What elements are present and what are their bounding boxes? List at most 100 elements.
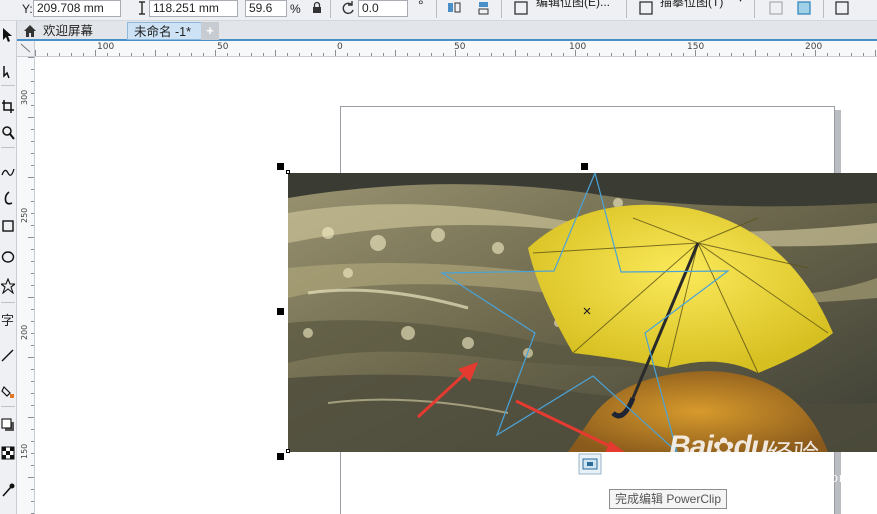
polygon-tool-icon[interactable] <box>1 278 15 294</box>
ruler-tick <box>31 429 34 430</box>
umbrella-photo[interactable] <box>288 173 877 452</box>
ruler-h-label: 200 <box>805 42 823 52</box>
ruler-origin[interactable] <box>17 41 35 57</box>
separator <box>501 0 502 18</box>
ruler-tick <box>635 50 636 56</box>
toolbox: 字 <box>0 21 17 514</box>
new-tab-button[interactable]: + <box>201 22 219 40</box>
tab-welcome-screen[interactable]: 欢迎屏幕 <box>37 22 127 40</box>
rotation-field[interactable]: 0.0 <box>358 0 408 17</box>
ruler-tick <box>31 129 34 130</box>
ruler-tick <box>275 50 276 56</box>
tab-document-label: 未命名 -1* <box>134 25 191 39</box>
y-label: Y: <box>22 2 33 16</box>
ruler-tick <box>31 105 34 106</box>
ruler-tick <box>839 53 840 56</box>
ruler-tick <box>539 53 540 56</box>
eyedropper-tool-icon[interactable] <box>1 482 15 498</box>
selection-handle[interactable] <box>277 163 284 170</box>
shadow-tool-icon[interactable] <box>1 417 15 433</box>
ruler-tick <box>407 53 408 56</box>
node-handle[interactable] <box>286 170 290 174</box>
ruler-tick <box>31 453 34 454</box>
ruler-tick <box>47 53 48 56</box>
ruler-tick <box>31 321 34 322</box>
y-position-field[interactable]: 209.708 mm <box>33 0 121 17</box>
ruler-tick <box>311 53 312 56</box>
separator <box>436 0 437 18</box>
bitmap-color-mask-icon[interactable] <box>796 0 812 16</box>
trace-bitmap-button[interactable]: 描摹位图(T) <box>660 0 723 10</box>
crop-tool-icon[interactable] <box>1 99 15 115</box>
line-tool-icon[interactable] <box>1 347 15 363</box>
ruler-tick <box>599 53 600 56</box>
watermark-brand: Bai✿du <box>669 430 769 464</box>
ruler-tick <box>263 53 264 56</box>
ruler-tick <box>28 57 34 58</box>
selection-handle[interactable] <box>277 308 284 315</box>
ruler-tick <box>28 237 34 238</box>
ruler-tick <box>563 53 564 56</box>
resample-icon[interactable] <box>768 0 784 16</box>
selection-handle[interactable] <box>581 163 588 170</box>
ruler-tick <box>527 53 528 56</box>
trace-dropdown-icon[interactable]: ▾ <box>738 0 743 5</box>
ruler-tick <box>287 53 288 56</box>
horizontal-ruler[interactable]: 100 50 0 50 100 150 200 <box>35 41 877 57</box>
ruler-tick <box>419 53 420 56</box>
ruler-tick <box>28 297 34 298</box>
pick-tool-icon[interactable] <box>1 27 15 43</box>
ruler-tick <box>743 53 744 56</box>
ruler-tick <box>659 53 660 56</box>
vertical-ruler[interactable]: 300 250 200 150 <box>17 57 35 514</box>
bitmap-frame-icon[interactable] <box>834 0 850 16</box>
artistic-media-icon[interactable] <box>1 190 15 206</box>
scale-unit: % <box>290 2 301 16</box>
edit-bitmap-button[interactable]: 编辑位图(E)... <box>536 0 610 10</box>
node-handle[interactable] <box>286 449 290 453</box>
edit-bitmap-icon[interactable] <box>513 0 529 16</box>
ruler-tick <box>383 53 384 56</box>
height-field[interactable]: 118.251 mm <box>149 0 238 17</box>
shape-tool-icon[interactable] <box>1 64 15 80</box>
transparency-tool-icon[interactable] <box>1 445 15 461</box>
finish-powerclip-icon[interactable] <box>578 453 604 477</box>
ruler-tick <box>227 53 228 56</box>
ruler-tick <box>31 501 34 502</box>
ruler-tick <box>83 53 84 56</box>
rectangle-tool-icon[interactable] <box>1 218 15 234</box>
separator <box>1 85 15 86</box>
ellipse-tool-icon[interactable] <box>1 249 15 265</box>
text-tool-icon[interactable]: 字 <box>1 313 15 329</box>
drawing-canvas[interactable]: 完成编辑 PowerClip Bai✿du 经验 jingyan.baidu.c… <box>36 58 877 514</box>
selection-handle[interactable] <box>277 453 284 460</box>
mirror-vertical-icon[interactable] <box>476 0 492 16</box>
ruler-tick <box>31 141 34 142</box>
trace-bitmap-icon[interactable] <box>638 0 654 16</box>
ruler-tick <box>31 273 34 274</box>
ruler-tick <box>371 53 372 56</box>
zoom-tool-icon[interactable] <box>1 125 15 141</box>
ruler-tick <box>251 53 252 56</box>
freehand-tool-icon[interactable] <box>1 163 15 179</box>
ruler-tick <box>31 201 34 202</box>
ruler-tick <box>431 53 432 56</box>
tab-home[interactable] <box>17 22 37 40</box>
fill-tool-icon[interactable] <box>1 383 15 399</box>
ruler-tick <box>215 50 216 56</box>
ruler-tick <box>695 50 696 56</box>
ruler-tick <box>647 53 648 56</box>
ruler-tick <box>167 53 168 56</box>
ruler-tick <box>503 53 504 56</box>
ruler-tick <box>671 53 672 56</box>
ruler-tick <box>827 53 828 56</box>
lock-icon[interactable] <box>309 0 325 16</box>
scale-field[interactable]: 59.6 <box>245 0 287 17</box>
ruler-tick <box>31 369 34 370</box>
rotation-degree-mark: ° <box>418 0 424 13</box>
mirror-horizontal-icon[interactable] <box>446 0 462 16</box>
separator <box>626 0 627 18</box>
tab-document[interactable]: 未命名 -1* <box>127 22 203 40</box>
ruler-h-label: 50 <box>217 42 229 52</box>
ruler-tick <box>31 333 34 334</box>
